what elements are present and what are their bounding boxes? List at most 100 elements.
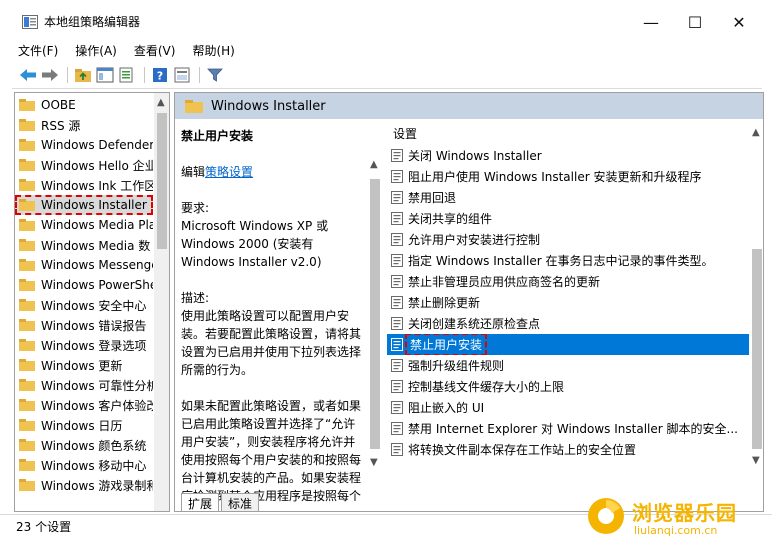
menu-help[interactable]: 帮助(H) [192,42,234,60]
setting-label: 禁用回退 [408,191,457,205]
setting-label: 阻止嵌入的 UI [408,401,485,415]
policy-setting-icon [391,296,403,309]
close-icon: ✕ [732,12,746,32]
policy-setting-icon [391,233,403,246]
filter-icon [207,68,223,82]
toolbar-separator [199,67,200,83]
setting-row[interactable]: 禁用回退 [387,187,759,208]
close-button[interactable]: ✕ [716,10,762,34]
tree-scrollbar[interactable]: ▲ [154,93,169,511]
tree-item-label: Windows 日历 [41,418,123,433]
tree-item[interactable]: Windows 颜色系统 [15,435,153,455]
setting-row[interactable]: 阻止用户使用 Windows Installer 安装更新和升级程序 [387,166,759,187]
tree-item-label: Windows 登录选项 [41,338,147,353]
show-hide-tree-icon [96,67,114,83]
menu-view[interactable]: 查看(V) [134,42,176,60]
tree-item[interactable]: Windows 安全中心 [15,295,153,315]
setting-row[interactable]: 禁止删除更新 [387,292,759,313]
setting-label: 阻止用户使用 Windows Installer 安装更新和升级程序 [408,170,702,184]
tab-extended[interactable]: 扩展 [181,493,220,511]
tree-item[interactable]: Windows Installer [15,195,153,215]
tree-item-label: Windows Messenge [41,258,153,272]
content-header: Windows Installer [175,93,763,119]
settings-scrollbar[interactable]: ▲ ▼ [749,119,763,487]
forward-button[interactable] [40,65,60,85]
tab-standard[interactable]: 标准 [221,493,260,511]
folder-icon [19,99,35,111]
browser-logo-icon [588,498,624,534]
setting-row[interactable]: 关闭创建系统还原检查点 [387,313,759,334]
setting-row[interactable]: 指定 Windows Installer 在事务日志中记录的事件类型。 [387,250,759,271]
tree-item[interactable]: Windows Hello 企业 [15,155,153,175]
policy-setting-icon [391,254,403,267]
tree-item[interactable]: Windows Messenge [15,255,153,275]
setting-row[interactable]: 阻止嵌入的 UI [387,397,759,418]
tree-item[interactable]: Windows Ink 工作区 [15,175,153,195]
setting-row[interactable]: 禁用 Internet Explorer 对 Windows Installer… [387,418,759,439]
scroll-up-icon[interactable]: ▲ [752,127,760,138]
description-scrollbar[interactable]: ▲ ▼ [367,155,383,473]
menu-bar: 文件(F) 操作(A) 查看(V) 帮助(H) [18,42,252,60]
tree-scroll-thumb[interactable] [157,113,167,249]
policy-setting-icon [391,191,403,204]
tree-item-label: Windows Installer [41,198,147,212]
folder-icon [19,319,35,331]
tree-item[interactable]: Windows 移动中心 [15,455,153,475]
setting-row[interactable]: 禁止用户安装 [387,334,759,355]
setting-row[interactable]: 允许用户对安装进行控制 [387,229,759,250]
properties-button[interactable] [172,65,192,85]
tree-item[interactable]: Windows 日历 [15,415,153,435]
scroll-down-icon[interactable]: ▼ [370,457,378,468]
show-hide-tree-button[interactable] [95,65,115,85]
policy-setting-icon [391,338,403,351]
menu-file[interactable]: 文件(F) [18,42,58,60]
tree-item[interactable]: Windows 更新 [15,355,153,375]
filter-button[interactable] [205,65,225,85]
description-label: 描述: [181,291,210,305]
policy-setting-icon [391,401,403,414]
scroll-up-icon[interactable]: ▲ [157,97,165,108]
maximize-button[interactable]: ☐ [672,10,718,34]
setting-row[interactable]: 禁止非管理员应用供应商签名的更新 [387,271,759,292]
setting-row[interactable]: 强制升级组件规则 [387,355,759,376]
help-button[interactable]: ? [150,65,170,85]
tree-item[interactable]: Windows PowerShe [15,275,153,295]
tree-item[interactable]: Windows Media Pla [15,215,153,235]
watermark-url: liulanqi.com.cn [634,524,718,537]
folder-icon [19,339,35,351]
tree-item[interactable]: Windows 客户体验改 [15,395,153,415]
tree-item[interactable]: Windows Media 数 [15,235,153,255]
properties-icon [174,67,190,83]
tree-item[interactable]: OOBE [15,95,153,115]
setting-row[interactable]: 控制基线文件缓存大小的上限 [387,376,759,397]
navigation-tree[interactable]: OOBE RSS 源 Windows Defender Windows Hello 企… [14,92,170,512]
setting-row[interactable]: 将转换文件副本保存在工作站上的安全位置 [387,439,759,460]
status-text: 23 个设置 [16,520,72,534]
folder-icon [19,359,35,371]
tree-item[interactable]: Windows 登录选项 [15,335,153,355]
watermark-title: 浏览器乐园 [632,501,737,525]
requirements-label: 要求: [181,201,210,215]
setting-row[interactable]: 关闭 Windows Installer [387,145,759,166]
settings-column-header[interactable]: 设置 [387,123,759,143]
scroll-up-icon[interactable]: ▲ [370,159,378,170]
minimize-button[interactable]: — [628,10,674,34]
tree-list: OOBE RSS 源 Windows Defender Windows Hello 企… [15,95,153,495]
tree-item-label: Windows Hello 企业 [41,158,153,173]
settings-scroll-thumb[interactable] [752,249,762,449]
tree-item[interactable]: Windows 可靠性分析 [15,375,153,395]
setting-row[interactable]: 关闭共享的组件 [387,208,759,229]
edit-policy-link[interactable]: 策略设置 [205,165,253,179]
description-scroll-thumb[interactable] [370,179,380,449]
menu-action[interactable]: 操作(A) [75,42,117,60]
tree-item[interactable]: Windows 错误报告 [15,315,153,335]
scroll-down-icon[interactable]: ▼ [752,455,760,466]
export-list-button[interactable] [117,65,137,85]
tree-item[interactable]: Windows 游戏录制和 [15,475,153,495]
back-button[interactable] [18,65,38,85]
tree-item[interactable]: RSS 源 [15,115,153,135]
settings-list: 设置 关闭 Windows Installer 阻止用户使用 Windows In… [387,123,759,460]
svg-text:?: ? [157,70,163,83]
up-folder-button[interactable] [73,65,93,85]
tree-item[interactable]: Windows Defender [15,135,153,155]
